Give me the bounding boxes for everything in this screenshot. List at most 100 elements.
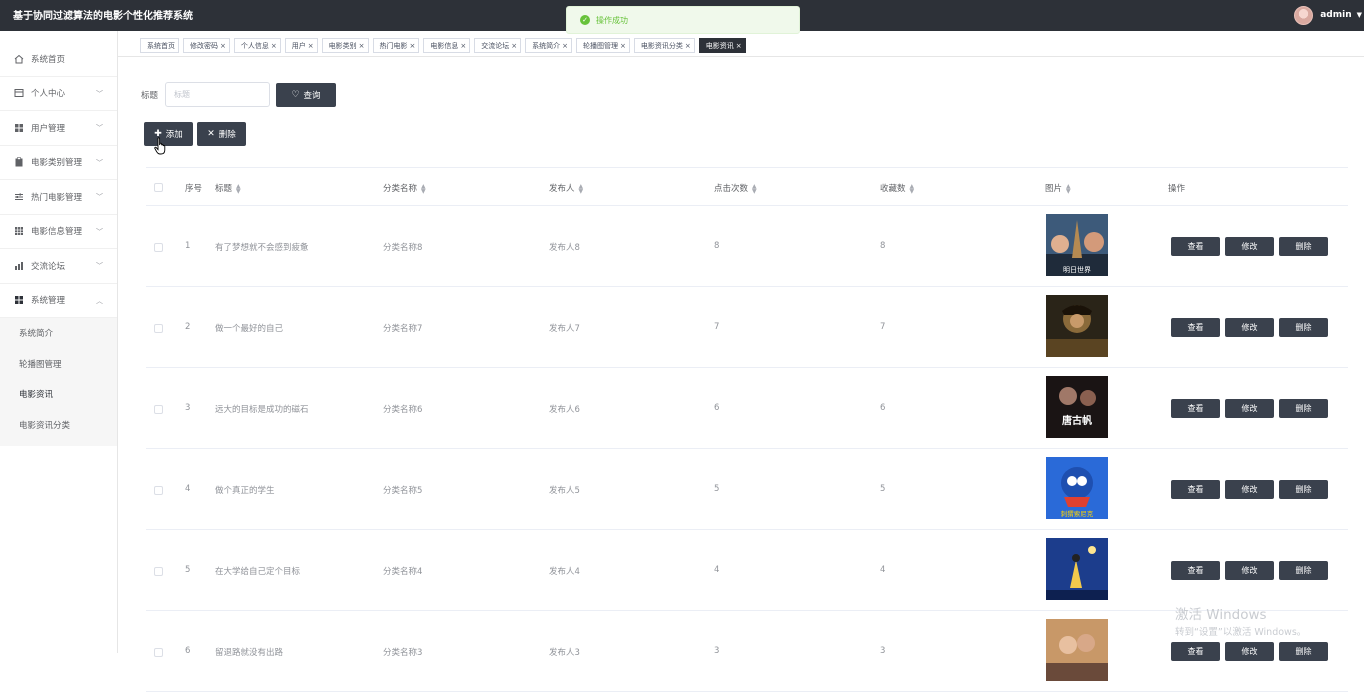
- header-index: 序号: [185, 184, 203, 194]
- sidebar-subitem-system-intro[interactable]: 系统简介: [0, 318, 117, 349]
- view-button[interactable]: 查看: [1171, 561, 1220, 580]
- view-button[interactable]: 查看: [1171, 399, 1220, 418]
- cell-title: 在大学给自己定个目标: [215, 567, 301, 577]
- home-icon: [14, 54, 24, 64]
- edit-button[interactable]: 修改: [1225, 399, 1274, 418]
- sidebar-item-personal-center[interactable]: 个人中心 ﹀: [0, 77, 117, 111]
- caret-down-icon[interactable]: ▼: [1357, 11, 1362, 19]
- movie-poster[interactable]: 刺猬索尼克: [1046, 457, 1108, 519]
- close-icon[interactable]: ×: [511, 42, 517, 50]
- tab-forum[interactable]: 交流论坛 ×: [474, 38, 522, 53]
- tab-personal-info[interactable]: 个人信息 ×: [233, 38, 281, 53]
- delete-button[interactable]: 删除: [1279, 642, 1328, 661]
- tab-movie-category[interactable]: 电影类别 ×: [321, 38, 369, 53]
- cell-index: 2: [185, 322, 191, 332]
- add-button[interactable]: ✚ 添加: [144, 122, 193, 146]
- close-icon[interactable]: ×: [220, 42, 226, 50]
- tab-system-intro[interactable]: 系统简介 ×: [525, 38, 572, 53]
- row-checkbox[interactable]: [154, 486, 163, 495]
- view-button[interactable]: 查看: [1171, 642, 1220, 661]
- sidebar-item-home[interactable]: 系统首页: [0, 42, 117, 77]
- sidebar-item-label: 用户管理: [31, 123, 66, 134]
- delete-button[interactable]: 删除: [1279, 318, 1328, 337]
- sidebar-item-hot-movies[interactable]: 热门电影管理 ﹀: [0, 180, 117, 215]
- edit-button[interactable]: 修改: [1225, 318, 1274, 337]
- view-button[interactable]: 查看: [1171, 480, 1220, 499]
- header-image[interactable]: 图片 ▲ ▼: [1045, 182, 1071, 194]
- search-input[interactable]: [165, 82, 270, 107]
- row-checkbox[interactable]: [154, 405, 163, 414]
- close-icon[interactable]: ×: [308, 42, 314, 50]
- close-icon[interactable]: ×: [736, 42, 742, 50]
- sort-icon[interactable]: ▲ ▼: [421, 183, 426, 194]
- sidebar-item-user-management[interactable]: 用户管理 ﹀: [0, 111, 117, 146]
- add-button-label: 添加: [165, 130, 183, 140]
- view-button[interactable]: 查看: [1171, 318, 1220, 337]
- close-icon[interactable]: ×: [460, 42, 466, 50]
- select-all-checkbox[interactable]: [154, 183, 163, 192]
- tab-movie-news[interactable]: 电影资讯 ×: [698, 38, 746, 53]
- delete-button[interactable]: 删除: [1279, 480, 1328, 499]
- sort-icon[interactable]: ▲ ▼: [752, 183, 757, 194]
- sidebar-item-system-management[interactable]: 系统管理 ︿: [0, 284, 117, 318]
- movie-poster[interactable]: [1046, 538, 1108, 600]
- sidebar-item-movie-info[interactable]: 电影信息管理 ﹀: [0, 215, 117, 249]
- cell-clicks: 5: [714, 484, 720, 494]
- windows-activation-watermark: 激活 Windows 转到“设置”以激活 Windows。: [1175, 603, 1306, 638]
- tab-news-category[interactable]: 电影资讯分类 ×: [633, 38, 695, 53]
- edit-button[interactable]: 修改: [1225, 642, 1274, 661]
- movie-poster[interactable]: [1046, 619, 1108, 681]
- tab-label: 轮播图管理: [583, 41, 618, 50]
- movie-poster[interactable]: 明日世界: [1046, 214, 1108, 276]
- tab-home[interactable]: 系统首页: [140, 38, 179, 53]
- sidebar-subitem-carousel[interactable]: 轮播图管理: [0, 349, 117, 380]
- sidebar-subitem-movie-news[interactable]: 电影资讯: [0, 379, 117, 410]
- tab-users[interactable]: 用户 ×: [284, 38, 318, 53]
- sort-icon[interactable]: ▲ ▼: [910, 183, 915, 194]
- avatar[interactable]: [1294, 5, 1314, 25]
- view-button[interactable]: 查看: [1171, 237, 1220, 256]
- close-icon[interactable]: ×: [685, 42, 691, 50]
- close-icon[interactable]: ×: [562, 42, 568, 50]
- movie-poster[interactable]: [1046, 295, 1108, 357]
- close-icon[interactable]: ×: [271, 42, 277, 50]
- sort-icon[interactable]: ▲ ▼: [579, 183, 584, 194]
- sidebar-item-label: 电影类别管理: [31, 158, 83, 169]
- header-title[interactable]: 标题 ▲ ▼: [215, 182, 241, 194]
- search-button[interactable]: ♡ 查询: [276, 83, 336, 107]
- header-publisher[interactable]: 发布人 ▲ ▼: [549, 182, 583, 194]
- cell-publisher: 发布人4: [549, 567, 580, 577]
- success-toast: ✓ 操作成功: [566, 6, 800, 34]
- cell-category: 分类名称7: [383, 324, 423, 334]
- tab-hot-movies[interactable]: 热门电影 ×: [372, 38, 420, 53]
- tab-change-password[interactable]: 修改密码 ×: [183, 38, 230, 53]
- sidebar-item-movie-category[interactable]: 电影类别管理 ﹀: [0, 146, 117, 180]
- tab-movie-info[interactable]: 电影信息 ×: [423, 38, 471, 53]
- delete-button[interactable]: 删除: [1279, 399, 1328, 418]
- sidebar-item-label: 电影信息管理: [31, 227, 83, 238]
- cell-index: 1: [185, 241, 191, 251]
- tab-carousel[interactable]: 轮播图管理 ×: [576, 38, 630, 53]
- sort-icon[interactable]: ▲ ▼: [236, 183, 241, 194]
- batch-delete-button[interactable]: ✕ 删除: [197, 122, 246, 146]
- user-menu[interactable]: admin ▼: [1294, 3, 1364, 27]
- edit-button[interactable]: 修改: [1225, 237, 1274, 256]
- row-checkbox[interactable]: [154, 243, 163, 252]
- movie-poster[interactable]: 唐古帆: [1046, 376, 1108, 438]
- delete-button[interactable]: 删除: [1279, 561, 1328, 580]
- row-checkbox[interactable]: [154, 567, 163, 576]
- sort-icon[interactable]: ▲ ▼: [1066, 183, 1071, 194]
- header-clicks[interactable]: 点击次数 ▲ ▼: [714, 182, 757, 194]
- close-icon[interactable]: ×: [410, 42, 416, 50]
- sidebar-item-forum[interactable]: 交流论坛 ﹀: [0, 249, 117, 284]
- header-category[interactable]: 分类名称 ▲ ▼: [383, 182, 426, 194]
- sidebar-subitem-news-category[interactable]: 电影资讯分类: [0, 410, 117, 441]
- edit-button[interactable]: 修改: [1225, 561, 1274, 580]
- close-icon[interactable]: ×: [359, 42, 365, 50]
- row-checkbox[interactable]: [154, 324, 163, 333]
- edit-button[interactable]: 修改: [1225, 480, 1274, 499]
- username[interactable]: admin: [1320, 10, 1351, 20]
- close-icon[interactable]: ×: [620, 42, 626, 50]
- header-favorites[interactable]: 收藏数 ▲ ▼: [880, 182, 914, 194]
- delete-button[interactable]: 删除: [1279, 237, 1328, 256]
